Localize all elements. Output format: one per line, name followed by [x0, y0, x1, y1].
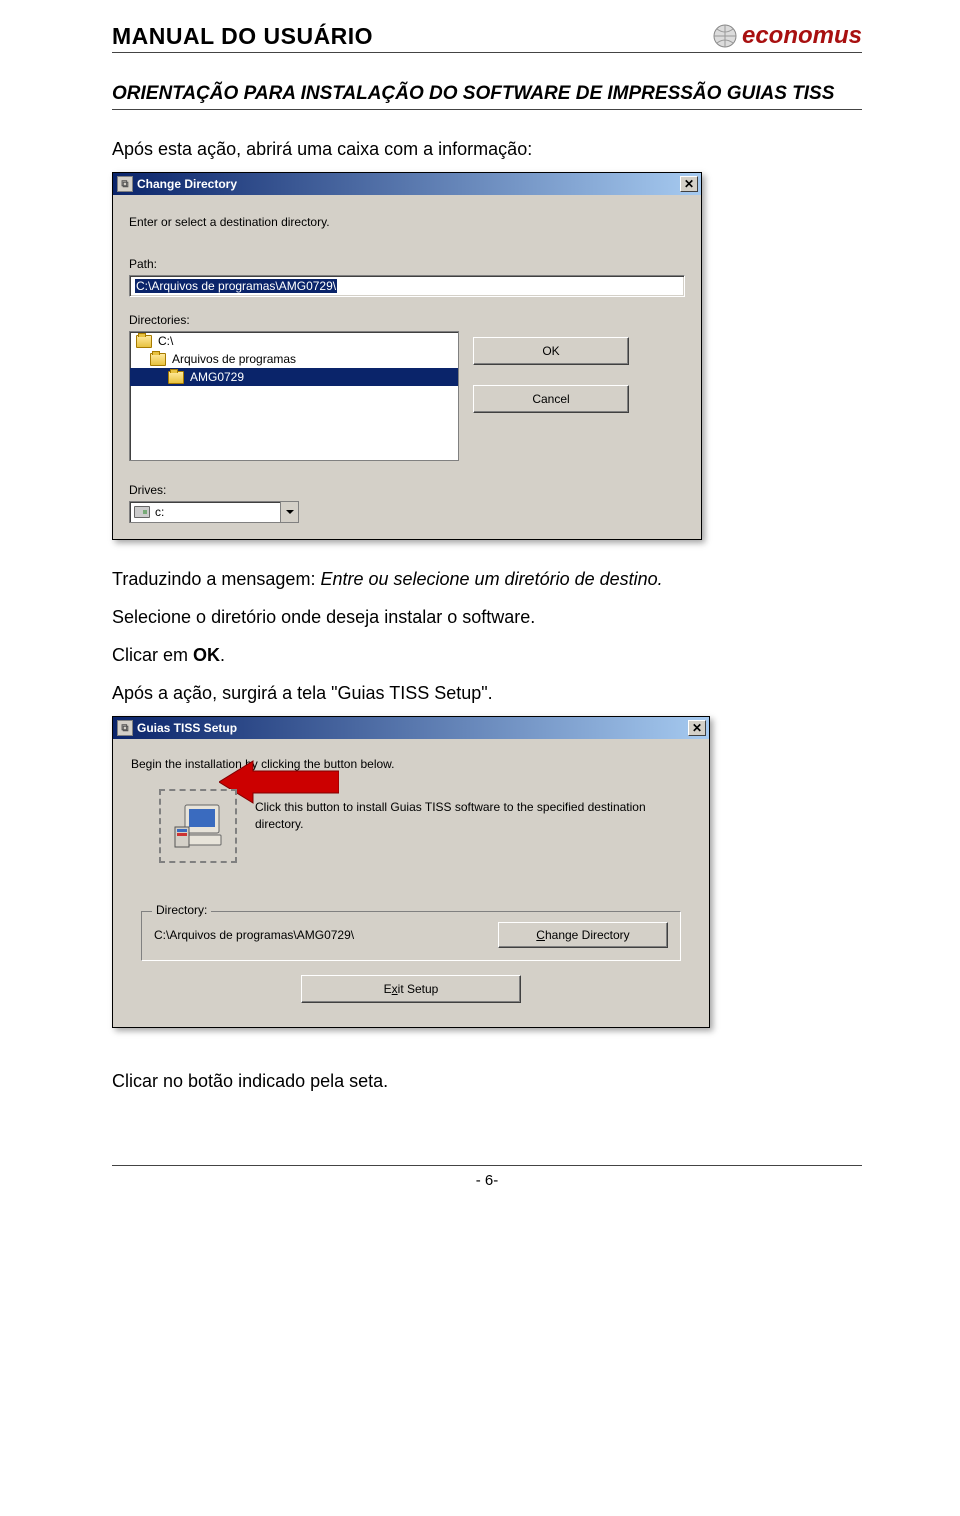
dialog2-titlebar: ⧉ Guias TISS Setup ✕	[113, 717, 709, 739]
close-icon[interactable]: ✕	[688, 720, 706, 736]
change-directory-button[interactable]: Change Directory	[498, 922, 668, 948]
folder-icon	[136, 335, 152, 348]
paragraph-4: Clicar em OK.	[112, 642, 862, 668]
guias-tiss-setup-dialog: ⧉ Guias TISS Setup ✕ Begin the installat…	[112, 716, 710, 1028]
folder-icon	[150, 353, 166, 366]
brand-logo: economus	[712, 22, 862, 50]
paragraph-3: Selecione o diretório onde deseja instal…	[112, 604, 862, 630]
directories-listbox[interactable]: C:\ Arquivos de programas AMG0729	[129, 331, 459, 461]
dialog1-title: Change Directory	[137, 177, 680, 191]
paragraph-5: Após a ação, surgirá a tela "Guias TISS …	[112, 680, 862, 706]
drives-combobox[interactable]: c:	[129, 501, 299, 523]
globe-icon	[712, 23, 738, 49]
drive-value: c:	[155, 505, 164, 519]
page-subheader: ORIENTAÇÃO PARA INSTALAÇÃO DO SOFTWARE D…	[112, 83, 862, 110]
dialog1-instruction: Enter or select a destination directory.	[129, 215, 685, 229]
list-item[interactable]: Arquivos de programas	[130, 350, 458, 368]
fieldset-legend: Directory:	[152, 903, 211, 917]
directory-fieldset: Directory: C:\Arquivos de programas\AMG0…	[141, 911, 681, 961]
page-footer: - 6-	[112, 1165, 862, 1189]
list-item[interactable]: AMG0729	[130, 368, 458, 386]
logo-text: economus	[742, 22, 862, 50]
exit-setup-button[interactable]: Exit Setup	[301, 975, 521, 1003]
dialog2-instruction: Begin the installation by clicking the b…	[131, 757, 691, 771]
drive-icon	[134, 506, 150, 518]
path-label: Path:	[129, 257, 685, 271]
cancel-button[interactable]: Cancel	[473, 385, 629, 413]
installer-icon: ⧉	[117, 720, 133, 736]
directories-label: Directories:	[129, 313, 685, 327]
paragraph-2: Traduzindo a mensagem: Entre ou selecion…	[112, 566, 862, 592]
installer-icon: ⧉	[117, 176, 133, 192]
ok-button[interactable]: OK	[473, 337, 629, 365]
page-header: MANUAL DO USUÁRIO economus	[112, 22, 862, 53]
install-button[interactable]	[159, 789, 237, 863]
folder-icon	[168, 371, 184, 384]
directory-value: C:\Arquivos de programas\AMG0729\	[154, 928, 354, 942]
list-item[interactable]: C:\	[130, 332, 458, 350]
drives-label: Drives:	[129, 483, 685, 497]
chevron-down-icon[interactable]	[280, 502, 298, 522]
dialog2-title: Guias TISS Setup	[137, 721, 688, 735]
page-title: MANUAL DO USUÁRIO	[112, 23, 373, 50]
paragraph-1: Após esta ação, abrirá uma caixa com a i…	[112, 136, 862, 162]
computer-setup-icon	[171, 801, 225, 851]
change-directory-dialog: ⧉ Change Directory ✕ Enter or select a d…	[112, 172, 702, 540]
paragraph-6: Clicar no botão indicado pela seta.	[112, 1068, 862, 1094]
dialog1-titlebar: ⧉ Change Directory ✕	[113, 173, 701, 195]
install-description: Click this button to install Guias TISS …	[255, 789, 669, 833]
path-input[interactable]: C:\Arquivos de programas\AMG0729\	[129, 275, 685, 297]
close-icon[interactable]: ✕	[680, 176, 698, 192]
